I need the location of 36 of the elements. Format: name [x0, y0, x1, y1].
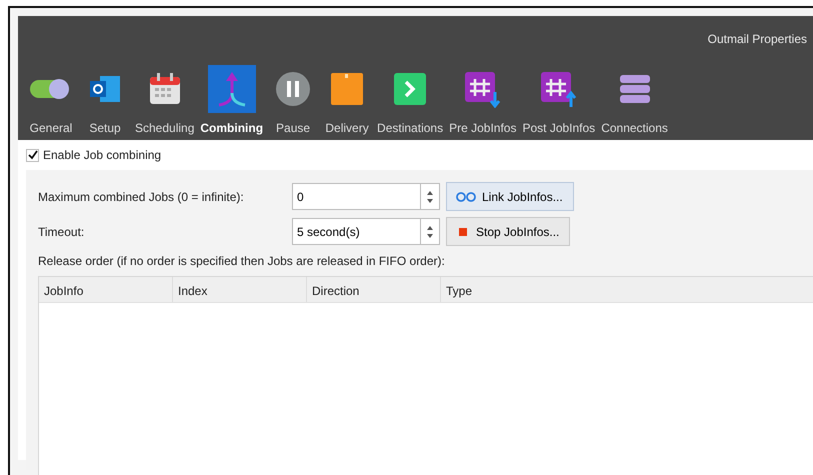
column-header[interactable]: Index: [173, 277, 307, 302]
pause-icon: [275, 71, 312, 107]
toolbar-tab[interactable]: Connections: [598, 65, 671, 137]
action-button[interactable]: Stop JobInfos...: [446, 217, 570, 246]
chevron-icon: [394, 73, 426, 105]
toolbar-tab[interactable]: Pause: [266, 65, 320, 137]
toolbar-tab[interactable]: Destinations: [374, 65, 446, 137]
stacked-bars-icon: [618, 73, 651, 105]
toolbar-tab[interactable]: Combining: [197, 65, 266, 137]
window-title: Outmail Properties: [708, 31, 807, 48]
spin-arrows-icon[interactable]: [426, 190, 434, 204]
column-header[interactable]: Direction: [307, 277, 441, 302]
box-icon: [330, 72, 364, 106]
toolbar-tab[interactable]: General: [24, 65, 78, 137]
toolbar-tab[interactable]: Delivery: [320, 65, 374, 137]
column-header[interactable]: Type: [441, 277, 813, 302]
checkbox[interactable]: [26, 148, 39, 162]
column-header[interactable]: JobInfo: [39, 277, 173, 302]
field-label: Maximum combined Jobs (0 = infinite):: [38, 188, 245, 206]
toggle-icon: [30, 78, 72, 100]
link-icon: [455, 192, 477, 202]
spin-arrows-icon[interactable]: [426, 224, 434, 238]
checkbox-label[interactable]: Enable Job combining: [43, 146, 162, 164]
mail-icon: [88, 74, 122, 104]
hash-arrow-down-icon: [464, 70, 501, 108]
calendar-icon: [148, 72, 182, 106]
toolbar-tab[interactable]: Pre JobInfos: [446, 65, 520, 137]
action-button[interactable]: Link JobInfos...: [446, 182, 574, 211]
field-label: Timeout:: [38, 224, 86, 240]
spin-field[interactable]: 0: [292, 183, 420, 210]
release-order-note: Release order (if no order is specified then Jobs are released in FIFO order):: [38, 253, 446, 270]
spin-field[interactable]: 5 second(s): [292, 218, 420, 245]
toolbar-tab[interactable]: Post JobInfos: [519, 65, 598, 137]
hash-arrow-up-icon: [540, 70, 577, 108]
toolbar-tab[interactable]: Scheduling: [132, 65, 198, 137]
toolbar-tab[interactable]: Setup: [78, 65, 132, 137]
